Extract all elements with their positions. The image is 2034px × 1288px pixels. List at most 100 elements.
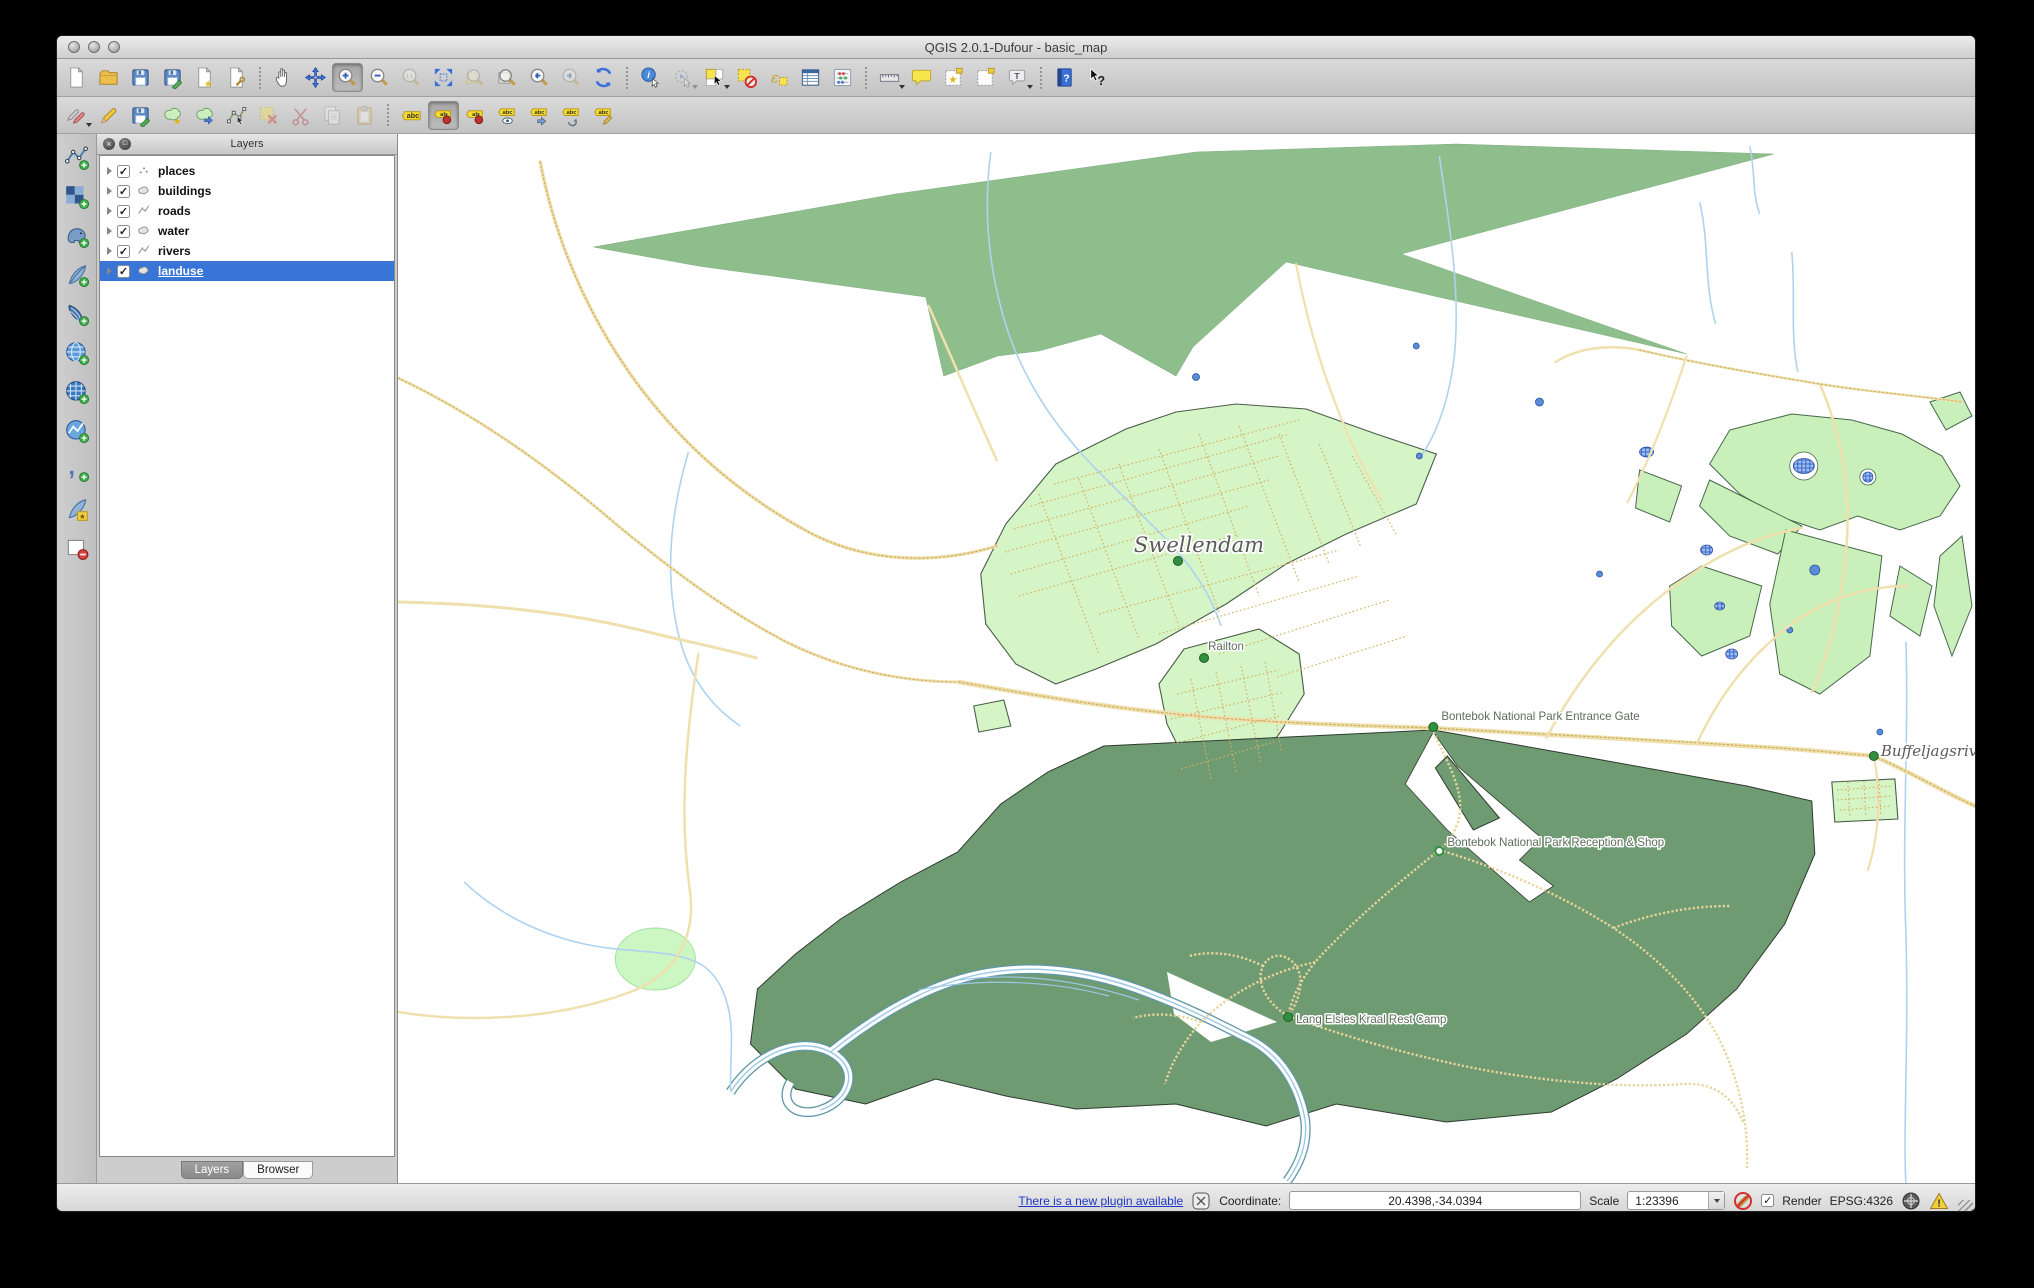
whats-this-button[interactable] [1081, 63, 1112, 92]
layer-row-rivers[interactable]: ✓ rivers [100, 241, 394, 261]
move-label-button[interactable] [524, 101, 555, 130]
current-edits-button[interactable] [61, 101, 92, 130]
coordinate-input[interactable]: 20.4398,-34.0394 [1289, 1191, 1582, 1210]
zoom-full-extent-button[interactable] [428, 63, 459, 92]
add-wms-layer-button[interactable] [63, 339, 91, 367]
zoom-next-button[interactable] [556, 63, 587, 92]
cut-features-button[interactable] [285, 101, 316, 130]
resize-grip[interactable] [1958, 1200, 1973, 1211]
show-hide-labels-button[interactable] [492, 101, 523, 130]
move-feature-button[interactable] [189, 101, 220, 130]
layer-visibility-checkbox[interactable]: ✓ [117, 164, 130, 178]
pin-unpin-labels-button[interactable] [428, 100, 459, 130]
zoom-to-layer-button[interactable] [492, 63, 523, 92]
save-layer-edits-button[interactable] [125, 101, 156, 130]
add-spatialite-layer-button[interactable] [63, 261, 91, 289]
add-postgis-layer-button[interactable] [63, 222, 91, 250]
zoom-actual-size-button[interactable] [396, 63, 427, 92]
log-messages-icon[interactable]: ! [1929, 1191, 1949, 1211]
stop-rendering-icon[interactable] [1733, 1191, 1753, 1211]
add-delimited-text-layer-button[interactable] [63, 456, 91, 484]
lvwms-icon [64, 340, 90, 366]
composer-manager-button[interactable] [221, 63, 252, 92]
lvsl-icon [64, 262, 90, 288]
delete-selected-button[interactable] [253, 101, 284, 130]
close-window-button[interactable] [68, 41, 80, 53]
map-canvas[interactable]: Swellendam Railton Bontebok National Par… [397, 134, 1975, 1183]
layer-labeling-options-button[interactable] [396, 101, 427, 130]
text-annotation-button[interactable] [1002, 63, 1033, 92]
zoom-out-button[interactable] [364, 63, 395, 92]
expander-icon[interactable] [107, 207, 112, 215]
layer-visibility-checkbox[interactable]: ✓ [117, 204, 130, 218]
layer-row-landuse[interactable]: ✓ landuse [100, 261, 394, 281]
new-shapefile-layer-button[interactable] [63, 534, 91, 562]
panel-tab-browser[interactable]: Browser [243, 1161, 314, 1179]
save-project-button[interactable] [125, 63, 156, 92]
show-bookmarks-button[interactable] [970, 63, 1001, 92]
layer-row-roads[interactable]: ✓ roads [100, 201, 394, 221]
hlp-icon [1053, 66, 1076, 89]
open-project-button[interactable] [93, 63, 124, 92]
add-wcs-layer-button[interactable] [63, 378, 91, 406]
zoom-to-selection-button[interactable] [460, 63, 491, 92]
toggle-editing-button[interactable] [93, 101, 124, 130]
layer-visibility-checkbox[interactable]: ✓ [117, 224, 130, 238]
run-feature-action-button[interactable] [667, 63, 698, 92]
lvv-icon [64, 145, 90, 171]
layer-row-places[interactable]: ✓ places [100, 161, 394, 181]
zoom-window-button[interactable] [108, 41, 120, 53]
copy-features-button[interactable] [317, 101, 348, 130]
render-checkbox[interactable]: ✓ [1761, 1194, 1775, 1207]
layer-visibility-checkbox[interactable]: ✓ [117, 244, 130, 258]
add-feature-button[interactable] [157, 101, 188, 130]
plugin-icon[interactable] [1191, 1191, 1211, 1211]
identify-features-button[interactable] [635, 63, 666, 92]
change-label-properties-button[interactable] [588, 101, 619, 130]
new-bookmark-button[interactable] [938, 63, 969, 92]
save-project-as-button[interactable] [157, 63, 188, 92]
add-raster-layer-button[interactable] [63, 183, 91, 211]
node-tool-button[interactable] [221, 101, 252, 130]
new-print-composer-button[interactable] [189, 63, 220, 92]
help-contents-button[interactable] [1049, 63, 1080, 92]
field-calculator-button[interactable] [827, 63, 858, 92]
expander-icon[interactable] [107, 227, 112, 235]
new-plugin-link[interactable]: There is a new plugin available [1018, 1194, 1183, 1208]
panel-detach-icon[interactable]: □ [119, 138, 131, 150]
scale-combo[interactable]: 1:23396 [1627, 1191, 1726, 1210]
select-by-expression-button[interactable] [763, 63, 794, 92]
expander-icon[interactable] [107, 247, 112, 255]
layer-row-buildings[interactable]: ✓ buildings [100, 181, 394, 201]
add-mssql-layer-button[interactable] [63, 300, 91, 328]
pan-to-selection-button[interactable] [300, 63, 331, 92]
new-project-button[interactable] [61, 63, 92, 92]
add-vector-layer-button[interactable] [63, 144, 91, 172]
paste-features-button[interactable] [349, 101, 380, 130]
crs-status-icon[interactable] [1901, 1191, 1921, 1211]
panel-close-icon[interactable]: × [103, 138, 115, 150]
layer-visibility-checkbox[interactable]: ✓ [117, 264, 130, 278]
panel-tab-layers[interactable]: Layers [180, 1161, 244, 1179]
highlight-pinned-labels-button[interactable] [460, 101, 491, 130]
new-spatialite-layer-button[interactable] [63, 495, 91, 523]
add-wfs-layer-button[interactable] [63, 417, 91, 445]
select-features-button[interactable] [699, 63, 730, 92]
map-tips-button[interactable] [906, 63, 937, 92]
layer-visibility-checkbox[interactable]: ✓ [117, 184, 130, 198]
titlebar[interactable]: QGIS 2.0.1-Dufour - basic_map [57, 36, 1975, 59]
pan-map-button[interactable] [268, 63, 299, 92]
scale-dropdown-icon[interactable] [1708, 1192, 1725, 1209]
minimize-window-button[interactable] [88, 41, 100, 53]
expander-icon[interactable] [107, 187, 112, 195]
measure-line-button[interactable] [874, 63, 905, 92]
expander-icon[interactable] [107, 267, 112, 275]
expander-icon[interactable] [107, 167, 112, 175]
zoom-in-button[interactable] [332, 63, 363, 92]
deselect-features-button[interactable] [731, 63, 762, 92]
open-attribute-table-button[interactable] [795, 63, 826, 92]
rotate-label-button[interactable] [556, 101, 587, 130]
refresh-map-button[interactable] [588, 63, 619, 92]
zoom-last-button[interactable] [524, 63, 555, 92]
layer-row-water[interactable]: ✓ water [100, 221, 394, 241]
